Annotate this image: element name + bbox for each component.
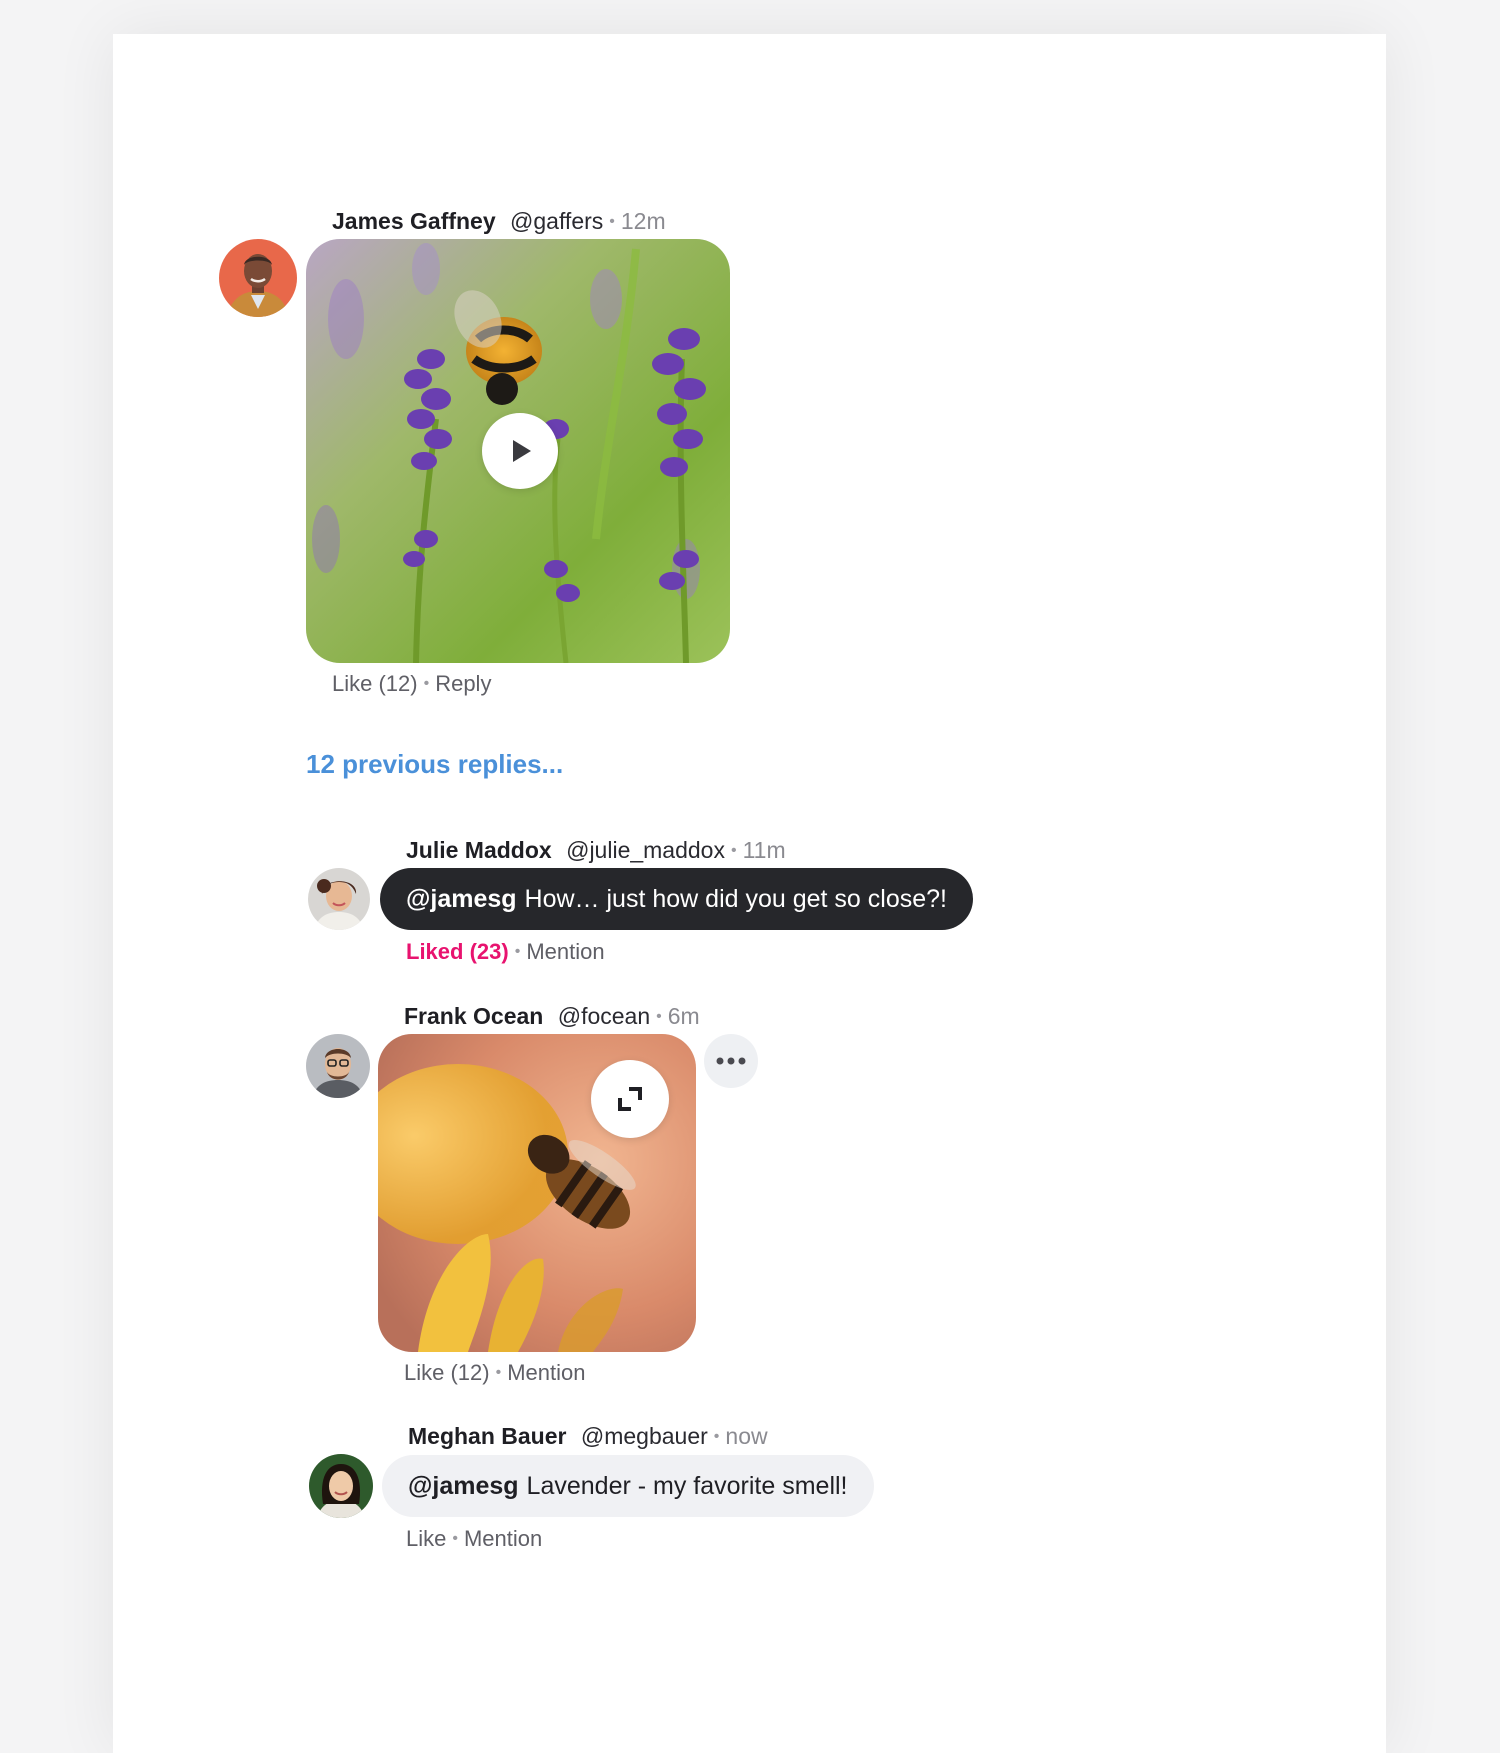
post-time: 11m (742, 837, 786, 863)
post-time: 12m (620, 208, 666, 234)
mention-link[interactable]: @jamesg (406, 884, 517, 914)
mention-link[interactable]: @jamesg (408, 1471, 519, 1501)
avatar[interactable] (306, 1034, 370, 1098)
separator: • (656, 1008, 662, 1025)
like-button[interactable]: Like (12) (404, 1360, 490, 1385)
more-options-button[interactable] (704, 1034, 758, 1088)
separator: • (609, 213, 615, 230)
liked-button[interactable]: Liked (23) (406, 939, 509, 964)
post-header: Meghan Bauer @megbauer • now (408, 1422, 768, 1451)
image-attachment[interactable] (378, 1034, 696, 1352)
post-actions: Like (12) • Reply (332, 670, 491, 698)
separator: • (495, 1364, 502, 1381)
separator: • (514, 943, 521, 960)
avatar[interactable] (308, 868, 370, 930)
post-header: James Gaffney @gaffers • 12m (332, 207, 666, 236)
avatar[interactable] (219, 239, 297, 317)
author-handle[interactable]: @megbauer (581, 1423, 708, 1449)
separator: • (423, 675, 430, 692)
previous-replies-link[interactable]: 12 previous replies... (306, 749, 563, 780)
author-handle[interactable]: @focean (558, 1003, 650, 1029)
play-button[interactable] (482, 413, 558, 489)
post-time: 6m (667, 1003, 700, 1029)
mention-button[interactable]: Mention (526, 939, 604, 964)
like-button[interactable]: Like (406, 1526, 446, 1551)
post-actions: Like • Mention (406, 1525, 542, 1553)
author-name[interactable]: Frank Ocean (404, 1003, 543, 1029)
comment-bubble: @jamesg Lavender - my favorite smell! (382, 1455, 874, 1517)
separator: • (452, 1530, 458, 1547)
separator: • (713, 1428, 720, 1445)
post-header: Julie Maddox @julie_maddox • 11m (406, 836, 786, 865)
author-name[interactable]: Julie Maddox (406, 837, 552, 863)
post-time: now (725, 1423, 768, 1449)
avatar[interactable] (309, 1454, 373, 1518)
expand-button[interactable] (591, 1060, 669, 1138)
more-options-icon (716, 1057, 746, 1065)
post-actions: Like (12) • Mention (404, 1359, 585, 1387)
video-thumbnail[interactable] (306, 239, 730, 663)
post-actions: Liked (23) • Mention (406, 938, 605, 966)
play-icon (513, 440, 531, 462)
mention-button[interactable]: Mention (464, 1526, 542, 1551)
author-handle[interactable]: @julie_maddox (566, 837, 725, 863)
comment-text: Lavender - my favorite smell! (526, 1472, 848, 1500)
author-name[interactable]: Meghan Bauer (408, 1423, 566, 1449)
separator: • (730, 842, 737, 859)
expand-icon (618, 1087, 642, 1111)
like-button[interactable]: Like (12) (332, 671, 418, 696)
author-handle[interactable]: @gaffers (510, 208, 603, 234)
author-name[interactable]: James Gaffney (332, 208, 496, 234)
mention-button[interactable]: Mention (507, 1360, 585, 1385)
comment-text: How… just how did you get so close?! (524, 885, 947, 913)
reply-button[interactable]: Reply (435, 671, 491, 696)
post-header: Frank Ocean @focean • 6m (404, 1002, 700, 1031)
comment-bubble: @jamesg How… just how did you get so clo… (380, 868, 973, 930)
